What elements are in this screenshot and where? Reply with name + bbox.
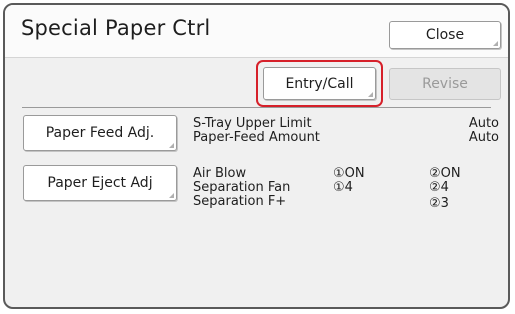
section-divider	[22, 107, 491, 108]
close-button[interactable]: Close	[389, 21, 501, 49]
special-paper-ctrl-window: Special Paper Ctrl Close Entry/Call Revi…	[3, 3, 510, 309]
button-corner-mark	[169, 193, 174, 198]
button-corner-mark	[368, 92, 373, 97]
air-blow-value-1: ①ON	[333, 166, 365, 181]
paper-feed-amount-label: Paper-Feed Amount	[193, 130, 320, 145]
button-corner-mark	[169, 143, 174, 148]
button-corner-mark	[493, 41, 498, 46]
paper-eject-adj-button[interactable]: Paper Eject Adj	[23, 165, 177, 201]
paper-feed-amount-value: Auto	[468, 130, 499, 145]
close-button-label: Close	[425, 27, 465, 43]
s-tray-upper-limit-value: Auto	[468, 116, 499, 131]
separation-f-plus-label: Separation F+	[193, 194, 287, 209]
paper-eject-adj-button-label: Paper Eject Adj	[47, 175, 153, 191]
title-bar: Special Paper Ctrl Close	[5, 5, 508, 58]
separation-fan-value-1: ①4	[333, 180, 353, 195]
air-blow-value-2: ②ON	[429, 166, 461, 181]
separation-f-plus-value-2: ②3	[429, 196, 449, 211]
air-blow-label: Air Blow	[193, 166, 247, 181]
entry-call-button-label: Entry/Call	[285, 75, 354, 92]
revise-button[interactable]: Revise	[389, 68, 501, 100]
revise-button-label: Revise	[422, 76, 468, 92]
separation-fan-value-2: ②4	[429, 180, 449, 195]
paper-feed-adj-button-label: Paper Feed Adj.	[45, 125, 155, 141]
s-tray-upper-limit-label: S-Tray Upper Limit	[193, 116, 312, 131]
page-title: Special Paper Ctrl	[21, 16, 211, 40]
paper-feed-adj-button[interactable]: Paper Feed Adj.	[23, 115, 177, 151]
separation-fan-label: Separation Fan	[193, 180, 291, 195]
entry-call-button[interactable]: Entry/Call	[263, 67, 376, 100]
